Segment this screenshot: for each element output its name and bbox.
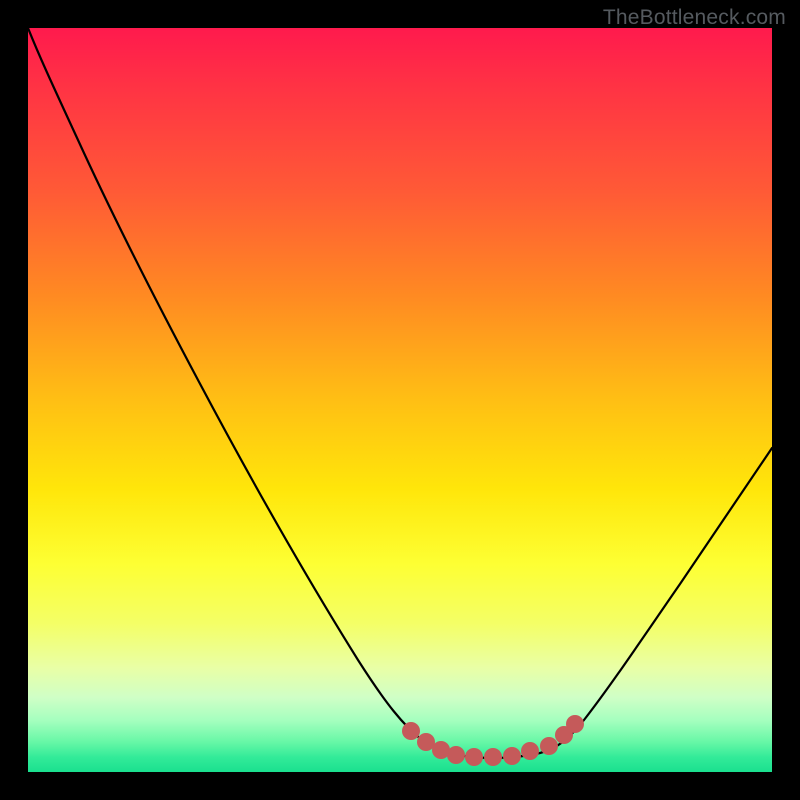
highlight-dot	[503, 747, 521, 765]
highlight-dot	[540, 737, 558, 755]
highlight-dot	[566, 715, 584, 733]
highlight-dot	[465, 748, 483, 766]
highlight-dot	[447, 746, 465, 764]
highlight-dot	[484, 748, 502, 766]
watermark-text: TheBottleneck.com	[603, 6, 786, 30]
highlight-dot	[521, 742, 539, 760]
plot-area	[28, 28, 772, 772]
highlight-dots-group	[402, 715, 584, 766]
highlight-dot	[402, 722, 420, 740]
chart-stage: TheBottleneck.com	[0, 0, 800, 800]
bottleneck-curve	[28, 28, 772, 758]
curve-layer	[28, 28, 772, 772]
